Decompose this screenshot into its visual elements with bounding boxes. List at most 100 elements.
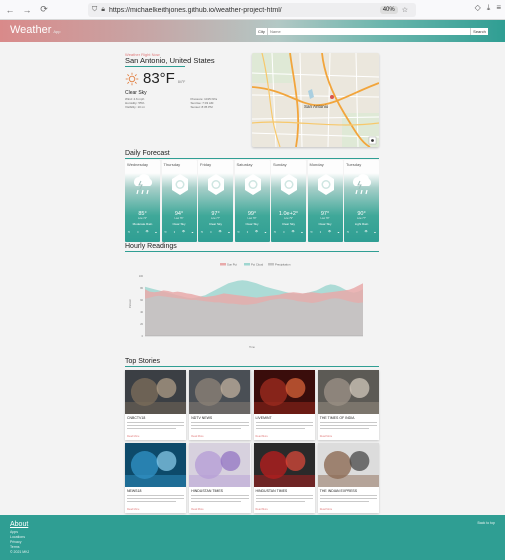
hourly-title: Hourly Readings [125, 243, 177, 250]
story-text-line [255, 425, 313, 426]
y-tick-label: 80 [140, 287, 143, 290]
footer-link[interactable]: Terms [10, 545, 29, 549]
story-read-more-link[interactable]: Read More [256, 435, 268, 438]
story-text-line [319, 498, 377, 499]
story-text-line [319, 501, 369, 502]
story-card[interactable]: LIVEMINT Read More [253, 370, 315, 440]
zoom-level[interactable]: 40% [379, 6, 398, 14]
current-condition: Clear Sky [125, 90, 147, 96]
back-icon[interactable]: ← [3, 3, 17, 17]
story-read-more-link[interactable]: Read More [127, 508, 139, 511]
story-read-more-link[interactable]: Read More [127, 435, 139, 438]
story-image[interactable] [253, 443, 315, 487]
day-low: Low 76° [174, 217, 184, 220]
back-to-top-link[interactable]: Back to top [477, 521, 495, 525]
sun-icon [281, 174, 297, 195]
sunrise-icon: ◒ [264, 229, 267, 234]
day-condition: Light Rain [354, 222, 369, 226]
site-header: WeatherApp City Search [0, 20, 505, 42]
umbrella-icon: ☂ [364, 229, 368, 234]
top-stories-grid: CNBCTV18 Read More NDTV NEWS Read More L… [125, 370, 379, 513]
day-low: Low 79° [283, 217, 294, 220]
brand-logo[interactable]: Weather App [10, 24, 61, 36]
story-card[interactable]: HINDUSTAN TIMES Read More [253, 443, 315, 513]
story-card[interactable]: THE INDIAN EXPRESS Read More [317, 443, 379, 513]
legend-label: Pct Cloud [251, 263, 264, 267]
x-axis-label: Time [249, 345, 255, 349]
umbrella-icon: ☂ [218, 229, 222, 234]
story-source: NDTV NEWS [191, 416, 213, 420]
story-read-more-link[interactable]: Read More [256, 508, 268, 511]
wind-icon: ≈ [164, 229, 167, 234]
story-image[interactable] [317, 370, 379, 414]
y-axis-label: Percent [128, 299, 132, 308]
reload-icon[interactable]: ⟳ [37, 3, 51, 17]
story-image[interactable] [253, 370, 315, 414]
story-text-line [255, 495, 313, 496]
sun-icon [171, 174, 188, 195]
footer-link[interactable]: © 2021 MKJ [10, 550, 29, 554]
umbrella-icon: ☂ [181, 229, 186, 234]
footer-link[interactable]: Apps [10, 530, 29, 534]
detail-sunset: Sunset: 8:35 PM [190, 105, 213, 109]
story-read-more-link[interactable]: Read More [320, 435, 332, 438]
story-image[interactable] [125, 443, 187, 487]
footer-link[interactable]: Privacy [10, 540, 29, 544]
story-read-more-link[interactable]: Read More [191, 508, 203, 511]
sunrise-icon: ◒ [373, 229, 377, 234]
droplet-icon: • [137, 229, 139, 234]
city-underline [125, 66, 185, 67]
day-card: Thursday 94° Low 76° Clear Sky ≈ • ☂ ◒ [161, 160, 197, 242]
day-card: Friday 97° Low 77° Clear Sky ≈ • ☂ ◒ [198, 160, 233, 242]
brand-title[interactable]: Weather [10, 24, 51, 36]
story-card[interactable]: CNBCTV18 Read More [125, 370, 187, 440]
story-image[interactable] [317, 443, 379, 487]
legend-swatch [244, 263, 250, 266]
pocket-icon[interactable]: ◇ [475, 3, 481, 13]
city-search-input[interactable] [267, 28, 470, 35]
map-canvas[interactable]: San Antonio [252, 53, 379, 147]
day-name: Monday [309, 162, 324, 167]
daily-forecast-rule [125, 158, 379, 159]
footer-link[interactable]: Locations [10, 535, 29, 539]
menu-icon[interactable]: ≡ [496, 3, 501, 13]
story-image[interactable] [189, 443, 251, 487]
y-tick-label: 60 [140, 299, 143, 302]
day-condition: Clear Sky [318, 222, 332, 226]
story-card[interactable]: HINDUSTAN TIMES Read More [189, 443, 251, 513]
story-read-more-link[interactable]: Read More [191, 435, 203, 438]
droplet-icon: • [283, 229, 285, 234]
story-text-line [319, 428, 369, 429]
forward-icon[interactable]: → [20, 3, 34, 17]
search-button[interactable]: Search [470, 28, 488, 35]
hourly-chart: Sun Pct Pct Cloud Precipitation 0 20 40 60 80 10… [125, 258, 379, 350]
brand-subtitle: App [53, 29, 61, 34]
lock-icon[interactable]: 🔒︎ [101, 6, 105, 14]
story-card[interactable]: NEWS18 Read More [125, 443, 187, 513]
day-card: Saturday 99° Low 78° Clear Sky ≈ • ☂ ◒ [234, 160, 270, 242]
story-image[interactable] [189, 370, 251, 414]
story-text-line [191, 498, 249, 499]
day-mini-icons: ≈ • ☂ ◒ [236, 229, 269, 235]
search-form: City Search [256, 28, 488, 35]
map-city-label: San Antonio [304, 104, 329, 109]
shield-icon[interactable]: ⛉ [92, 6, 97, 14]
day-low: Low 74° [137, 217, 148, 220]
download-icon[interactable]: ⤓ [487, 3, 491, 13]
url-text[interactable]: https://michaelkeithjones.github.io/weat… [109, 7, 380, 14]
day-name: Friday [200, 162, 212, 167]
sun-icon [125, 72, 139, 85]
daily-forecast: Wednesday 85° Low 74° Moderate Rain ≈ • … [125, 160, 379, 242]
story-image[interactable] [125, 370, 187, 414]
sun-icon [244, 174, 261, 195]
rain-cloud-icon [353, 174, 372, 195]
droplet-icon: • [173, 229, 176, 234]
address-bar[interactable]: ⛉ 🔒︎ https://michaelkeithjones.github.io… [88, 3, 416, 17]
story-read-more-link[interactable]: Read More [320, 508, 332, 511]
city-map[interactable]: San Antonio [252, 53, 379, 147]
story-card[interactable]: THE TIMES OF INDIA Read More [317, 370, 379, 440]
story-text-line [127, 501, 177, 502]
story-card[interactable]: NDTV NEWS Read More [189, 370, 251, 440]
footer-about-title[interactable]: About [10, 521, 28, 528]
bookmark-star-icon[interactable]: ☆ [402, 6, 408, 14]
